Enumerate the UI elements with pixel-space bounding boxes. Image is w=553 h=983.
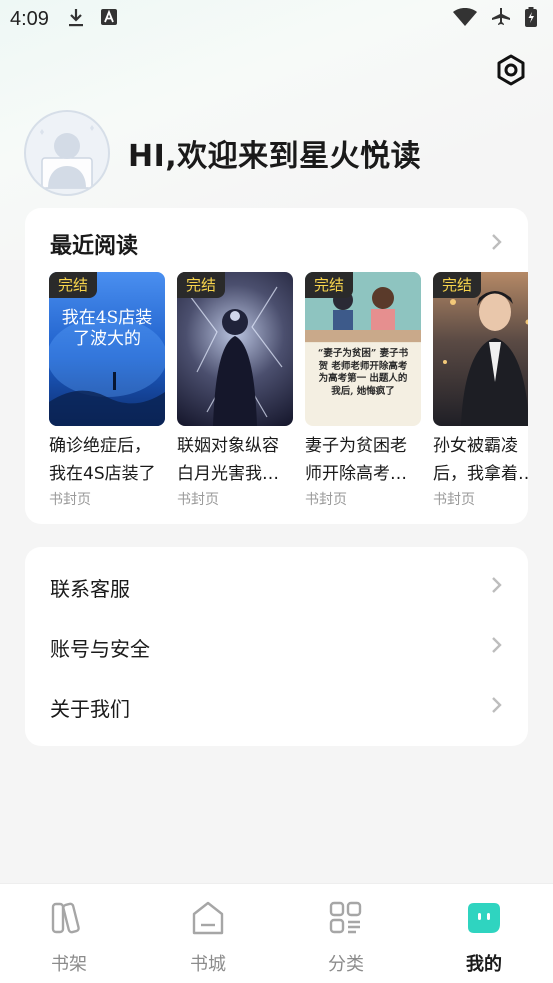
recent-books-list: 完结 我在4S店装了波大的 确诊绝症后，我在4S店装了波大的 书封页 完结 联姻… <box>49 272 528 512</box>
chevron-right-icon <box>491 635 503 660</box>
recent-reading-header[interactable]: 最近阅读 <box>50 228 503 260</box>
book-meta: 书封页 <box>433 492 475 508</box>
bookstore-icon <box>168 898 248 938</box>
mine-icon <box>444 898 524 938</box>
book-cover: 完结 我在4S店装了波大的 <box>49 272 165 426</box>
bottom-tab-bar: 书架 书城 分类 我的 <box>0 883 553 983</box>
status-time: 4:09 <box>10 7 49 30</box>
book-meta: 书封页 <box>177 492 219 508</box>
book-title: 妻子为贫困老师开除高考… <box>305 436 407 484</box>
completed-badge: 完结 <box>433 272 482 298</box>
settings-icon <box>495 54 527 90</box>
cover-title: 我在4S店装了波大的 <box>61 308 153 349</box>
avatar[interactable] <box>24 110 110 196</box>
settings-button[interactable] <box>494 54 528 90</box>
menu-item-label: 联系客服 <box>50 576 130 601</box>
book-title: 确诊绝症后，我在4S店装了波大的 <box>49 436 156 484</box>
categories-icon <box>306 898 386 938</box>
book-title: 联姻对象纵容白月光害我… <box>177 436 279 484</box>
recent-reading-title: 最近阅读 <box>50 234 139 259</box>
tab-mine[interactable]: 我的 <box>444 898 524 976</box>
book-item[interactable]: 完结 “妻子为贫困” 妻子书贺 老师老师开除高考 为高考第一 出题人的我后, 她… <box>305 272 421 509</box>
book-item[interactable]: 完结 联姻对象纵容白月光害我… 书封页 <box>177 272 293 509</box>
completed-badge: 完结 <box>49 272 98 298</box>
menu-item-customer-service[interactable]: 联系客服 <box>50 557 503 617</box>
chevron-right-icon <box>491 695 503 720</box>
menu-item-label: 账号与安全 <box>50 636 150 661</box>
wifi-icon <box>453 8 477 30</box>
tab-categories[interactable]: 分类 <box>306 898 386 976</box>
book-meta: 书封页 <box>49 492 91 508</box>
keyboard-a-icon <box>100 9 117 29</box>
tab-label: 分类 <box>328 954 364 975</box>
bookshelf-icon <box>29 898 109 938</box>
completed-badge: 完结 <box>177 272 226 298</box>
book-title: 孙女被霸凌后，我拿着… <box>433 436 528 484</box>
cover-title: “妻子为贫困” 妻子书贺 老师老师开除高考 为高考第一 出题人的我后, 她悔疯了 <box>317 348 409 397</box>
status-bar: 4:09 <box>0 0 553 38</box>
menu-item-account-security[interactable]: 账号与安全 <box>50 617 503 677</box>
tab-label: 我的 <box>466 954 502 975</box>
book-cover: 完结 <box>177 272 293 426</box>
tab-bookstore[interactable]: 书城 <box>168 898 248 976</box>
default-avatar-icon <box>40 125 94 189</box>
battery-icon <box>525 7 537 31</box>
tab-label: 书城 <box>190 954 226 975</box>
tab-bookshelf[interactable]: 书架 <box>29 898 109 976</box>
recent-reading-card: 最近阅读 完结 我在4S店装了波大的 确诊绝症后，我在4S店装了波大的 书封页 <box>25 208 528 524</box>
chevron-right-icon <box>491 575 503 600</box>
profile-header: HI,欢迎来到星火悦读 <box>24 110 421 196</box>
settings-menu-card: 联系客服 账号与安全 关于我们 <box>25 547 528 746</box>
book-cover: 完结 “妻子为贫困” 妻子书贺 老师老师开除高考 为高考第一 出题人的我后, 她… <box>305 272 421 426</box>
airplane-mode-icon <box>491 7 511 31</box>
chevron-right-icon <box>491 232 503 257</box>
menu-item-about-us[interactable]: 关于我们 <box>50 677 503 737</box>
menu-item-label: 关于我们 <box>50 696 130 721</box>
book-cover: 完结 <box>433 272 528 426</box>
completed-badge: 完结 <box>305 272 354 298</box>
download-icon <box>67 7 85 31</box>
book-item[interactable]: 完结 孙女被霸凌后，我拿着… 书封页 <box>433 272 528 509</box>
greeting-text: HI,欢迎来到星火悦读 <box>128 139 422 174</box>
book-item[interactable]: 完结 我在4S店装了波大的 确诊绝症后，我在4S店装了波大的 书封页 <box>49 272 165 509</box>
tab-label: 书架 <box>51 954 87 975</box>
book-meta: 书封页 <box>305 492 347 508</box>
